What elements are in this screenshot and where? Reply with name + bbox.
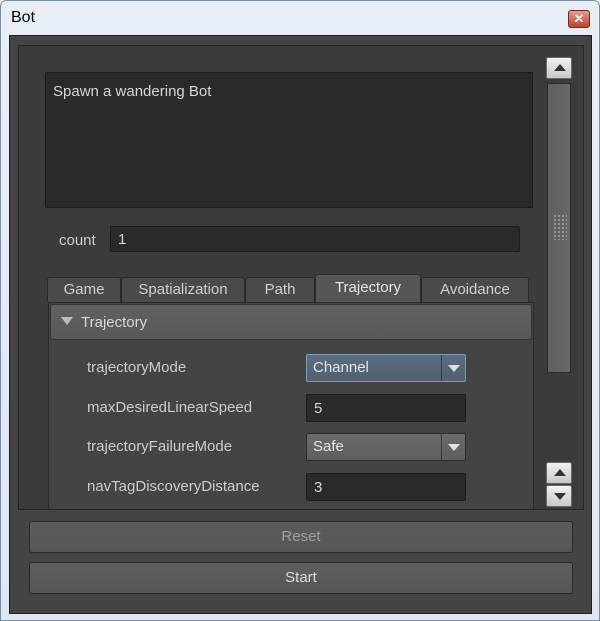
- window-client-area: Spawn a wandering Bot count 1 Game Spati…: [9, 35, 592, 614]
- tab-trajectory[interactable]: Trajectory: [315, 274, 421, 302]
- count-input[interactable]: 1: [110, 226, 520, 252]
- trajectory-failure-mode-select[interactable]: Safe: [306, 433, 466, 461]
- window-title: Bot: [11, 9, 36, 26]
- max-desired-linear-speed-input[interactable]: 5: [306, 394, 466, 422]
- trajectory-mode-label: trajectoryMode: [87, 359, 187, 376]
- count-label: count: [59, 232, 96, 249]
- trajectory-frame-header[interactable]: Trajectory: [50, 304, 532, 340]
- trajectory-mode-select[interactable]: Channel: [306, 354, 466, 382]
- chevron-down-icon: [448, 365, 460, 372]
- tab-avoidance[interactable]: Avoidance: [421, 277, 529, 302]
- chevron-down-icon: [448, 444, 460, 451]
- triangle-down-icon: [61, 317, 73, 325]
- trajectory-mode-value: Channel: [313, 359, 369, 376]
- scroll-up-button[interactable]: [546, 57, 572, 79]
- nav-tag-discovery-distance-input[interactable]: 3: [306, 473, 466, 501]
- scroll-thumb[interactable]: [547, 83, 571, 373]
- trajectory-failure-mode-label: trajectoryFailureMode: [87, 438, 233, 455]
- nav-tag-discovery-distance-label: navTagDiscoveryDistance: [87, 478, 260, 495]
- trajectory-failure-mode-value: Safe: [313, 438, 344, 455]
- arrow-down-icon: [554, 493, 566, 500]
- close-button[interactable]: ✕: [568, 10, 590, 28]
- close-icon: ✕: [573, 11, 585, 26]
- tab-spatialization[interactable]: Spatialization: [121, 277, 245, 302]
- tab-game[interactable]: Game: [47, 277, 121, 302]
- title-bar[interactable]: Bot ✕: [1, 1, 599, 35]
- scroll-down-button[interactable]: [546, 485, 572, 507]
- scroll-up-button-lower[interactable]: [546, 462, 572, 484]
- arrow-up-icon: [554, 469, 566, 476]
- tab-bar: Game Spatialization Path Trajectory Avoi…: [47, 274, 537, 302]
- arrow-up-icon: [554, 64, 566, 71]
- start-button[interactable]: Start: [29, 562, 573, 594]
- frame-title: Trajectory: [81, 314, 148, 331]
- tab-path[interactable]: Path: [245, 277, 315, 302]
- grip-icon: [553, 214, 567, 240]
- scroll-area: Spawn a wandering Bot count 1 Game Spati…: [18, 45, 584, 510]
- vertical-scrollbar[interactable]: [546, 57, 572, 509]
- dropdown-button[interactable]: [441, 434, 465, 460]
- bot-window: Bot ✕ Spawn a wandering Bot count 1 Game…: [0, 0, 600, 621]
- dropdown-button[interactable]: [441, 355, 465, 381]
- max-desired-linear-speed-label: maxDesiredLinearSpeed: [87, 399, 253, 416]
- reset-button[interactable]: Reset: [29, 521, 573, 553]
- trajectory-tab-panel: Trajectory trajectoryMode Channel maxDes…: [48, 302, 534, 509]
- description-box[interactable]: Spawn a wandering Bot: [45, 72, 533, 208]
